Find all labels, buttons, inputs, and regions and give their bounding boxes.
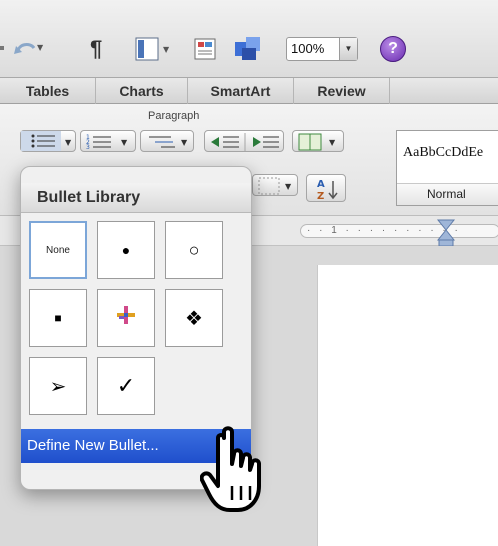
colored-cross-bullet-icon [115,304,137,332]
undo-icon[interactable]: ▼ [0,36,44,60]
tab-smartart[interactable]: SmartArt [188,78,294,104]
bullet-option-diamond[interactable]: ❖ [165,289,223,347]
bullet-option-hollow-circle[interactable]: ○ [165,221,223,279]
borders-icon: ▼ [258,177,292,195]
sort-button[interactable]: A Z [306,174,346,202]
svg-text:▼: ▼ [65,138,72,147]
bullet-option-arrow[interactable]: ➢ [29,357,87,415]
columns-button[interactable]: ▼ [292,130,344,152]
checkmark-bullet-icon: ✓ [116,373,136,398]
bullets-button[interactable]: ▼ [20,130,76,152]
hollow-circle-bullet-icon: ○ [188,239,200,260]
pointing-hand-icon [200,426,261,512]
bullet-option-square[interactable]: ■ [29,289,87,347]
chevron-down-icon[interactable]: ▼ [339,38,357,60]
tab-tables[interactable]: Tables [0,78,96,104]
diamond-bullet-icon: ❖ [185,307,203,330]
indent-marker-icon[interactable] [436,218,456,248]
multilevel-list-button[interactable]: ▼ [140,130,194,152]
style-name: Normal [397,183,498,205]
arrow-bullet-icon: ➢ [49,375,67,398]
svg-text:▼: ▼ [163,45,170,54]
tab-review[interactable]: Review [294,78,390,104]
svg-text:3: 3 [86,144,90,151]
paragraph-group-label: Paragraph [148,110,200,122]
svg-text:▼: ▼ [181,138,188,147]
svg-text:▼: ▼ [37,43,44,52]
borders-button[interactable]: ▼ [252,174,298,196]
toolbox-icon[interactable] [232,34,264,64]
multilevel-list-icon: ▼ [149,136,188,148]
square-bullet-icon: ■ [54,311,62,325]
media-browser-icon[interactable] [192,36,218,62]
svg-text:▼: ▼ [121,138,128,147]
decrease-indent-icon [211,133,279,151]
svg-text:A: A [317,179,325,190]
standard-toolbar: ▼ ¶ ▼ 100% ▼ ? [0,0,498,78]
show-formatting-marks-button[interactable]: ¶ [90,36,102,62]
svg-text:▼: ▼ [329,138,336,147]
bullet-option-checkmark[interactable]: ✓ [97,357,155,415]
indent-buttons[interactable] [204,130,284,152]
bullet-none-label: None [46,244,70,256]
help-button[interactable]: ? [380,36,406,62]
columns-icon: ▼ [298,133,336,151]
ruler-number: 1 [331,225,340,236]
style-normal[interactable]: AaBbCcDdEe Normal [396,130,498,206]
filled-circle-bullet-icon: ● [121,242,131,258]
bullet-option-colored-cross[interactable]: ✚ [97,289,155,347]
bullet-library-title: Bullet Library [21,183,251,213]
svg-text:Z: Z [317,191,324,202]
svg-text:▼: ▼ [285,182,292,191]
view-icon[interactable]: ▼ [134,36,174,62]
document-page[interactable] [317,265,498,546]
sort-icon: A Z [317,179,338,202]
ribbon-tabs: Tables Charts SmartArt Review [0,78,498,104]
zoom-value: 100% [291,41,325,56]
ruler-dots-left: · · [307,225,332,236]
numbering-button[interactable]: 1 2 3 ▼ [80,130,136,152]
tab-charts[interactable]: Charts [96,78,188,104]
bullet-option-filled-circle[interactable]: ● [97,221,155,279]
style-sample: AaBbCcDdEe [403,145,484,160]
horizontal-ruler[interactable]: · · 1 · · · · · · · · · · [300,224,498,238]
numbered-list-icon: 1 2 3 ▼ [86,134,128,151]
zoom-select[interactable]: 100% ▼ [286,37,358,61]
bulleted-list-icon: ▼ [21,131,72,151]
bullet-option-none[interactable]: None [29,221,87,279]
